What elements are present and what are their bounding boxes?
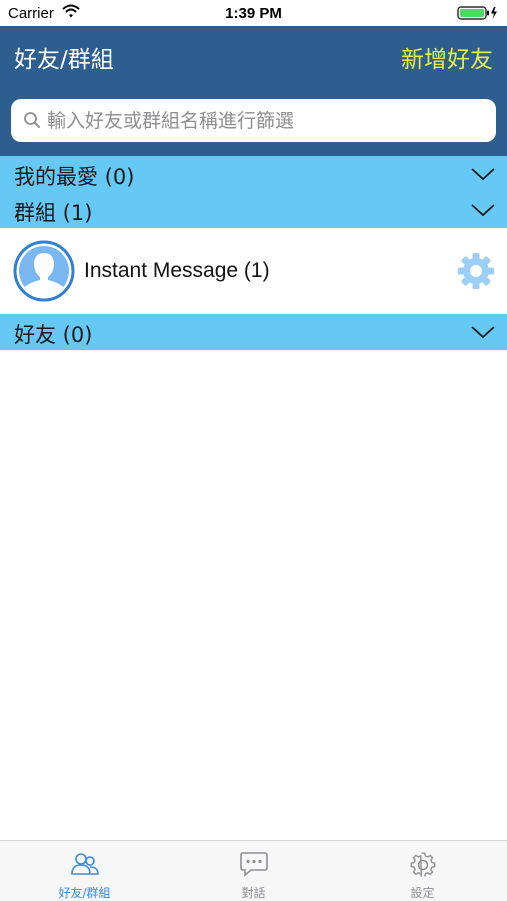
- search-icon: [23, 111, 41, 133]
- chevron-down-icon: [471, 166, 495, 185]
- tab-chat[interactable]: 對話: [169, 841, 338, 901]
- battery-icon: [457, 6, 499, 24]
- section-favorites[interactable]: 我的最愛 (0): [0, 156, 507, 192]
- page-title: 好友/群組: [14, 47, 114, 73]
- clock: 1:39 PM: [225, 5, 282, 22]
- add-friend-button[interactable]: 新增好友: [401, 40, 493, 74]
- friends-icon: [0, 851, 169, 881]
- tab-bar: 好友/群組 對話 設定: [0, 840, 507, 901]
- section-groups[interactable]: 群組 (1): [0, 192, 507, 228]
- tab-friends-groups[interactable]: 好友/群組: [0, 841, 169, 901]
- navigation-bar: 好友/群組 新增好友: [0, 26, 507, 86]
- tab-label: 設定: [410, 886, 435, 900]
- chevron-down-icon: [471, 202, 495, 221]
- settings-icon: [338, 851, 507, 883]
- avatar-icon: [13, 240, 75, 306]
- search-box[interactable]: [11, 99, 496, 142]
- chevron-down-icon: [471, 324, 495, 343]
- search-input[interactable]: [47, 99, 487, 142]
- section-label: 好友 (0): [14, 323, 93, 347]
- chat-icon: [169, 851, 338, 881]
- tab-label: 好友/群組: [58, 886, 111, 900]
- section-label: 我的最愛 (0): [14, 165, 135, 189]
- gear-icon[interactable]: [457, 252, 495, 294]
- group-name: Instant Message (1): [84, 259, 270, 282]
- tab-label: 對話: [241, 886, 266, 900]
- section-label: 群組 (1): [14, 201, 93, 225]
- list-item[interactable]: Instant Message (1): [0, 228, 507, 314]
- search-bar: [0, 86, 507, 156]
- status-bar: Carrier 1:39 PM: [0, 0, 507, 26]
- tab-settings[interactable]: 設定: [338, 841, 507, 901]
- section-friends[interactable]: 好友 (0): [0, 314, 507, 350]
